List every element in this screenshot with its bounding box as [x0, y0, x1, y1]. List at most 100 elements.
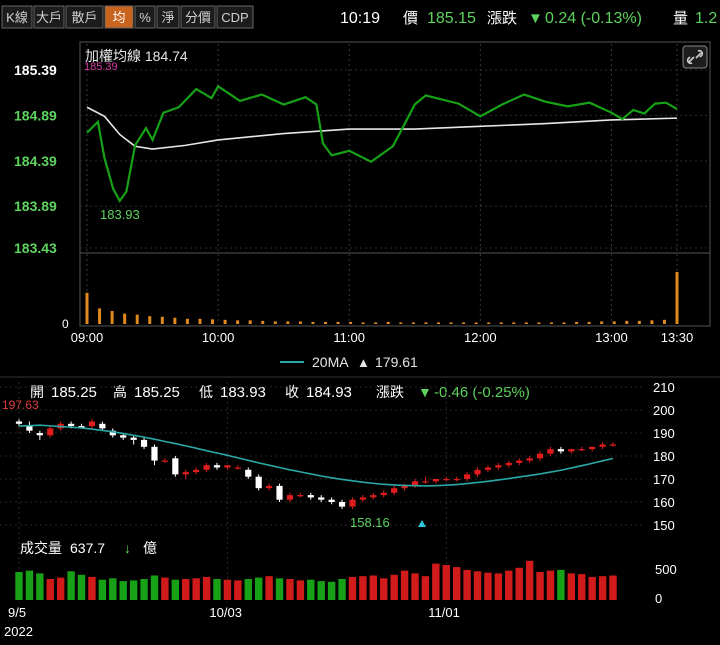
daily-price-tick-1: 200 — [653, 403, 675, 418]
daily-volume-label: 成交量 — [20, 540, 62, 556]
daily-volume-bar — [275, 578, 284, 600]
vol-tick-500: 500 — [655, 562, 677, 577]
change-label: 漲跌 — [487, 10, 517, 27]
tab-7[interactable]: CDP — [216, 5, 254, 29]
intraday-x-tick-2: 11:00 — [333, 330, 365, 345]
intraday-volume-bar — [524, 322, 528, 324]
tab-3[interactable]: 均 — [104, 5, 134, 29]
candle-body — [516, 460, 523, 463]
link-icon[interactable] — [682, 45, 708, 69]
tab-label-2: 散戶 — [71, 10, 97, 25]
intraday-volume-bar — [211, 319, 215, 324]
candle-body — [130, 437, 137, 440]
candle-body — [464, 474, 471, 479]
daily-volume-bar — [98, 579, 107, 600]
candle-body — [286, 495, 294, 500]
chart-canvas: K線 大戶 散戶均% 淨分價 CDP 10:19 價 185.15 漲跌 ▼ 0.24 … — [0, 0, 720, 640]
intraday-volume-bar — [148, 316, 152, 324]
intraday-volume-bar — [411, 322, 415, 324]
daily-volume-bar — [36, 573, 44, 600]
daily-price-tick-5: 160 — [653, 495, 675, 510]
intraday-volume-bar — [349, 321, 353, 324]
daily-volume-bar — [317, 581, 325, 600]
daily-volume-bar — [286, 579, 294, 600]
daily-price-tick-2: 190 — [653, 426, 675, 441]
candle-body — [526, 458, 533, 461]
intraday-x-tick-4: 13:00 — [595, 330, 628, 345]
volume-value: 1.2 — [695, 10, 717, 27]
candle-body — [99, 423, 106, 429]
tab-1[interactable]: 大戶 — [33, 5, 65, 29]
daily-volume-bar — [432, 563, 440, 600]
daily-volume-bar — [109, 578, 117, 600]
candle-body — [536, 453, 544, 459]
tab-6[interactable]: 分價 — [180, 5, 216, 29]
intraday-volume-bar — [261, 320, 265, 324]
intraday-volume-zero: 0 — [62, 317, 69, 331]
daily-volume-bar — [119, 581, 127, 600]
candle-body — [68, 423, 75, 427]
candle-body — [557, 449, 564, 452]
intraday-volume-bar — [625, 320, 629, 324]
intraday-volume-bar — [487, 322, 491, 324]
daily-volume-bar — [213, 579, 221, 600]
price-label: 價 — [403, 10, 418, 27]
candle-body — [182, 472, 189, 475]
intraday-volume-bar — [424, 322, 428, 324]
intraday-volume-bar — [160, 316, 164, 324]
intraday-volume-bar — [185, 318, 189, 324]
daily-volume-bar — [15, 572, 23, 600]
daily-volume-bar — [327, 581, 336, 600]
daily-volume-bar — [88, 576, 96, 600]
daily-volume-bar — [202, 576, 211, 600]
intraday-volume-bar — [336, 321, 340, 324]
intraday-volume-bar — [386, 321, 390, 324]
close-label: 收 — [285, 384, 299, 400]
intraday-volume-bar — [537, 322, 541, 324]
candle-body — [443, 479, 450, 481]
daily-volume-bar — [234, 580, 242, 600]
candle-body — [547, 449, 554, 454]
tab-label-1: 大戶 — [36, 10, 62, 25]
intraday-volume-bar — [324, 321, 328, 324]
candle-body — [36, 433, 43, 436]
intraday-y-tick-0: 185.39 — [14, 62, 57, 78]
intraday-volume-bar — [173, 317, 177, 324]
candle-body — [193, 469, 200, 473]
intraday-volume-bar — [198, 318, 202, 324]
intraday-low-label: 183.93 — [100, 207, 140, 222]
intraday-volume-bar — [286, 321, 290, 324]
candle-body — [234, 467, 241, 469]
intraday-volume-bar — [311, 321, 315, 324]
intraday-x-tick-0: 09:00 — [71, 330, 104, 345]
daily-volume-bar — [359, 576, 367, 600]
daily-volume-bar — [348, 576, 357, 600]
daily-volume-bar — [463, 569, 471, 600]
intraday-volume-bar — [575, 321, 579, 324]
daily-volume-bar — [296, 580, 305, 600]
tab-2[interactable]: 散戶 — [65, 5, 104, 29]
daily-volume-bar — [192, 578, 200, 600]
daily-volume-bar — [588, 576, 596, 600]
tab-0[interactable]: K線 — [1, 5, 33, 29]
candle-body — [172, 458, 179, 475]
intraday-x-tick-1: 10:00 — [202, 330, 235, 345]
low-label: 低 — [199, 384, 213, 400]
daily-volume-bar — [536, 572, 544, 600]
daily-price-tick-0: 210 — [653, 380, 675, 395]
open-price-overlay: 185.39 — [84, 61, 118, 73]
candle-body — [349, 499, 356, 507]
candle-body — [370, 495, 377, 498]
tab-5[interactable]: 淨 — [156, 5, 180, 29]
daily-volume-bar — [307, 579, 315, 600]
candle-body — [568, 449, 575, 452]
intraday-volume-bar — [637, 320, 641, 324]
tab-label-6: 分價 — [185, 10, 211, 25]
intraday-volume-bar — [662, 319, 666, 324]
tab-4[interactable]: % — [134, 5, 156, 29]
candle-body — [578, 449, 585, 451]
tab-label-4: % — [139, 10, 151, 25]
candle-body — [609, 444, 617, 446]
daily-volume-bar — [25, 570, 34, 600]
intraday-volume-bar — [273, 321, 277, 324]
